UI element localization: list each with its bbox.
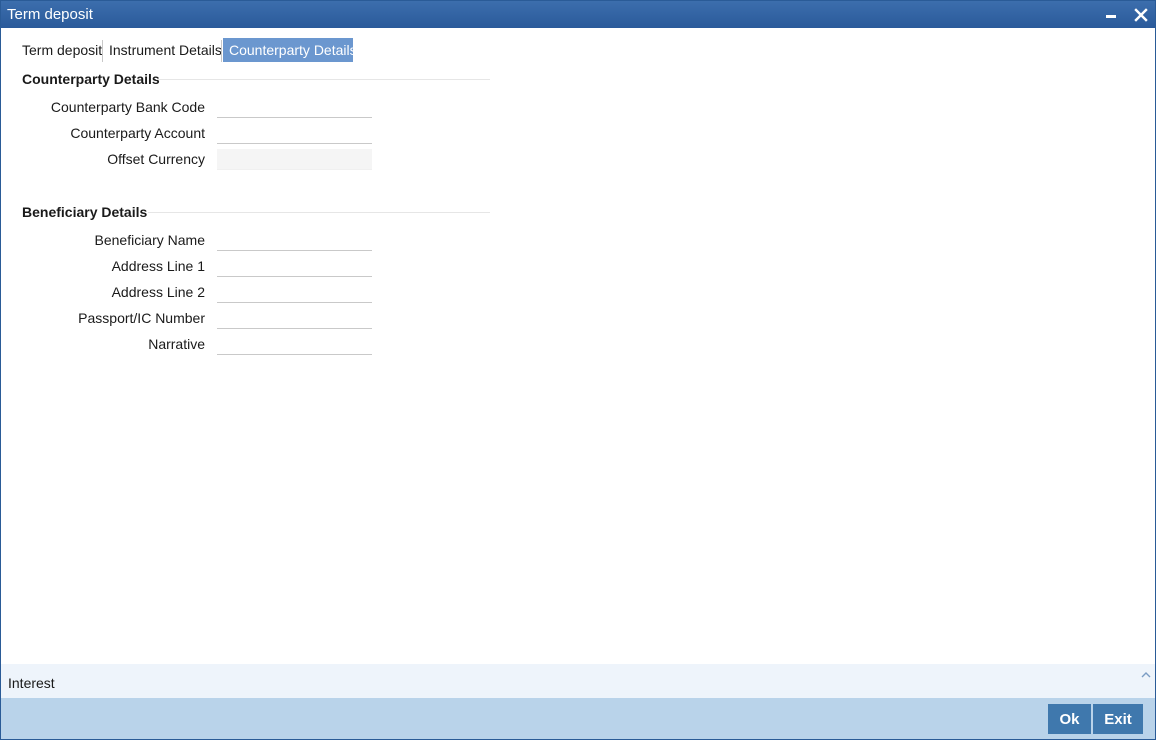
- section-divider: [148, 212, 490, 213]
- tab-term-deposit[interactable]: Term deposit: [16, 38, 108, 62]
- title-bar: Term deposit: [1, 1, 1155, 28]
- narrative-label: Narrative: [148, 336, 205, 352]
- narrative-input[interactable]: [217, 334, 372, 355]
- section-divider: [156, 79, 490, 80]
- close-button[interactable]: [1131, 5, 1151, 25]
- interest-section-bar[interactable]: Interest: [1, 664, 1155, 698]
- action-bar: Ok Exit: [1, 698, 1155, 739]
- tab-divider: [221, 40, 222, 62]
- beneficiary-name-label: Beneficiary Name: [94, 232, 206, 248]
- address-line-1-input[interactable]: [217, 256, 372, 277]
- counterparty-section-title: Counterparty Details: [22, 71, 160, 87]
- chevron-up-icon[interactable]: [1140, 668, 1152, 680]
- ok-button[interactable]: Ok: [1048, 704, 1091, 734]
- address-line-2-input[interactable]: [217, 282, 372, 303]
- counterparty-account-label: Counterparty Account: [70, 125, 205, 141]
- beneficiary-section-title: Beneficiary Details: [22, 204, 148, 220]
- window-title: Term deposit: [7, 6, 93, 23]
- tab-instrument-details[interactable]: Instrument Details: [103, 38, 228, 62]
- counterparty-account-input[interactable]: [217, 123, 372, 144]
- offset-currency-label: Offset Currency: [107, 151, 205, 167]
- offset-currency-input: [217, 149, 372, 170]
- address-line-2-label: Address Line 2: [111, 284, 205, 300]
- passport-ic-number-input[interactable]: [217, 308, 372, 329]
- interest-section-label: Interest: [8, 675, 55, 691]
- close-icon: [1131, 5, 1151, 25]
- minimize-button[interactable]: [1101, 5, 1121, 25]
- counterparty-bank-code-input[interactable]: [217, 97, 372, 118]
- tab-counterparty-details[interactable]: Counterparty Details: [223, 38, 357, 62]
- counterparty-bank-code-label: Counterparty Bank Code: [50, 99, 205, 115]
- address-line-1-label: Address Line 1: [111, 258, 205, 274]
- minimize-icon: [1101, 5, 1121, 25]
- term-deposit-window: Term deposit Term deposit Instrument Det…: [0, 0, 1156, 740]
- beneficiary-name-input[interactable]: [217, 230, 372, 251]
- exit-button[interactable]: Exit: [1093, 704, 1143, 734]
- passport-ic-number-label: Passport/IC Number: [78, 310, 205, 326]
